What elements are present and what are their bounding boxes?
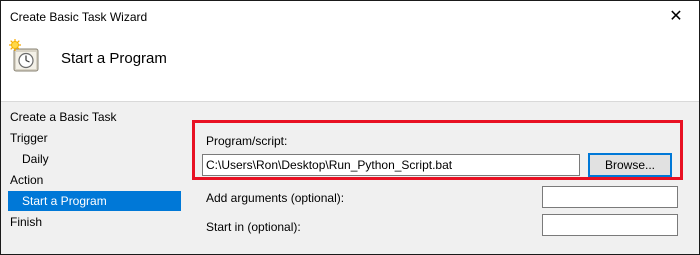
add-arguments-label: Add arguments (optional): [206,191,345,205]
nav-step-finish[interactable]: Finish [10,212,42,232]
add-arguments-input[interactable] [542,186,678,208]
browse-button[interactable]: Browse... [588,153,672,177]
wizard-steps-nav: Create a Basic Task Trigger Daily Action… [1,107,186,247]
close-button[interactable]: ✕ [653,1,699,31]
start-in-label: Start in (optional): [206,220,301,234]
nav-step-trigger[interactable]: Trigger [10,128,48,148]
nav-step-start-a-program[interactable]: Start a Program [8,191,181,211]
page-title: Start a Program [61,50,167,67]
task-scheduler-clock-icon [9,39,39,72]
wizard-window: Create Basic Task Wizard ✕ Start a Progr… [0,0,700,255]
nav-step-action[interactable]: Action [10,170,43,190]
program-script-input[interactable]: C:\Users\Ron\Desktop\Run_Python_Script.b… [202,154,580,176]
program-script-label: Program/script: [206,134,288,148]
nav-step-daily[interactable]: Daily [22,149,49,169]
wizard-header: Start a Program [1,31,699,102]
window-title: Create Basic Task Wizard [10,10,148,24]
title-bar: Create Basic Task Wizard ✕ [1,1,699,31]
nav-step-create-basic-task[interactable]: Create a Basic Task [10,107,117,127]
start-in-input[interactable] [542,214,678,236]
close-icon: ✕ [669,8,683,25]
